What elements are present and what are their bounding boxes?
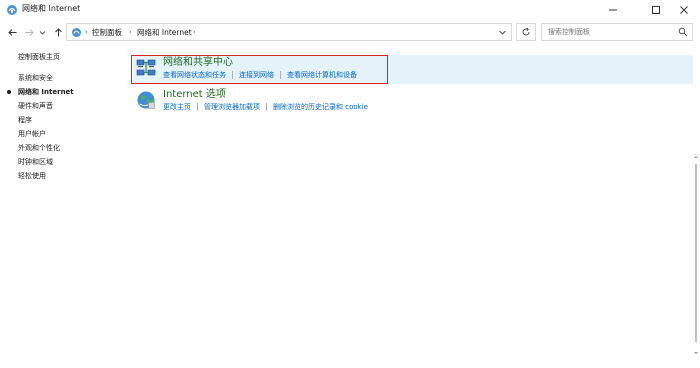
- address-bar[interactable]: › 控制面板 › 网络和 Internet ›: [66, 23, 512, 41]
- link-divider: [266, 103, 267, 111]
- forward-button[interactable]: [22, 25, 36, 39]
- search-box[interactable]: [541, 23, 693, 41]
- control-panel-icon: [72, 28, 81, 37]
- nav-item-appearance[interactable]: 外观和个性化: [18, 143, 60, 153]
- minimize-icon: [609, 9, 617, 10]
- close-button[interactable]: [668, 0, 700, 19]
- internet-options-globe-icon: [137, 91, 155, 109]
- internet-options-links: 更改主页 管理浏览器加载项 删除浏览的历史记录和 cookie: [163, 102, 368, 112]
- close-icon: [680, 5, 688, 14]
- breadcrumb-separator-icon: ›: [129, 28, 132, 36]
- nav-item-user-accounts[interactable]: 用户帐户: [18, 129, 46, 139]
- refresh-button[interactable]: [516, 23, 536, 41]
- vertical-scrollbar[interactable]: [693, 46, 699, 364]
- category-internet-options: Internet 选项 更改主页 管理浏览器加载项 删除浏览的历史记录和 coo…: [133, 87, 433, 112]
- scroll-up-arrow-icon[interactable]: [693, 154, 699, 160]
- breadcrumb-network-internet[interactable]: 网络和 Internet: [137, 27, 192, 38]
- scroll-down-arrow-icon[interactable]: [693, 350, 699, 356]
- refresh-icon: [522, 27, 530, 36]
- breadcrumb-separator-icon: ›: [85, 28, 88, 36]
- search-input[interactable]: [542, 24, 672, 40]
- title-bar: 网络和 Internet: [0, 0, 700, 19]
- manage-addons-link[interactable]: 管理浏览器加载项: [204, 102, 260, 112]
- nav-item-system-security[interactable]: 系统和安全: [18, 73, 53, 83]
- chevron-down-icon[interactable]: [498, 28, 507, 37]
- window-title: 网络和 Internet: [22, 4, 81, 13]
- nav-item-hardware-sound[interactable]: 硬件和声音: [18, 101, 53, 111]
- breadcrumb-separator-icon: ›: [193, 28, 196, 36]
- nav-item-clock-region[interactable]: 时钟和区域: [18, 157, 53, 167]
- up-button[interactable]: [51, 25, 65, 39]
- chevron-down-icon: [39, 30, 45, 35]
- navigation-bar: › 控制面板 › 网络和 Internet ›: [0, 22, 700, 42]
- arrow-up-icon: [54, 27, 62, 36]
- maximize-icon: [652, 5, 660, 14]
- recent-locations-button[interactable]: [38, 25, 46, 39]
- breadcrumb-control-panel[interactable]: 控制面板: [92, 27, 122, 38]
- link-divider: [197, 103, 198, 111]
- highlight-box: [131, 55, 388, 84]
- nav-item-ease-of-access[interactable]: 轻松使用: [18, 171, 46, 181]
- control-panel-home-link[interactable]: 控制面板主页: [18, 52, 60, 62]
- delete-history-link[interactable]: 删除浏览的历史记录和 cookie: [273, 102, 368, 112]
- nav-item-programs[interactable]: 程序: [18, 115, 32, 125]
- nav-item-network-internet: 网络和 Internet: [7, 87, 74, 97]
- search-icon[interactable]: [678, 27, 688, 37]
- internet-options-title[interactable]: Internet 选项: [163, 88, 226, 101]
- change-homepage-link[interactable]: 更改主页: [163, 102, 191, 112]
- control-panel-icon: [7, 5, 17, 15]
- back-button[interactable]: [5, 25, 19, 39]
- nav-item-label: 网络和 Internet: [18, 88, 74, 96]
- minimize-button[interactable]: [597, 0, 629, 19]
- arrow-left-icon: [7, 28, 16, 36]
- current-item-bullet-icon: [7, 90, 11, 94]
- arrow-right-icon: [25, 28, 34, 36]
- scrollbar-thumb[interactable]: [695, 164, 697, 342]
